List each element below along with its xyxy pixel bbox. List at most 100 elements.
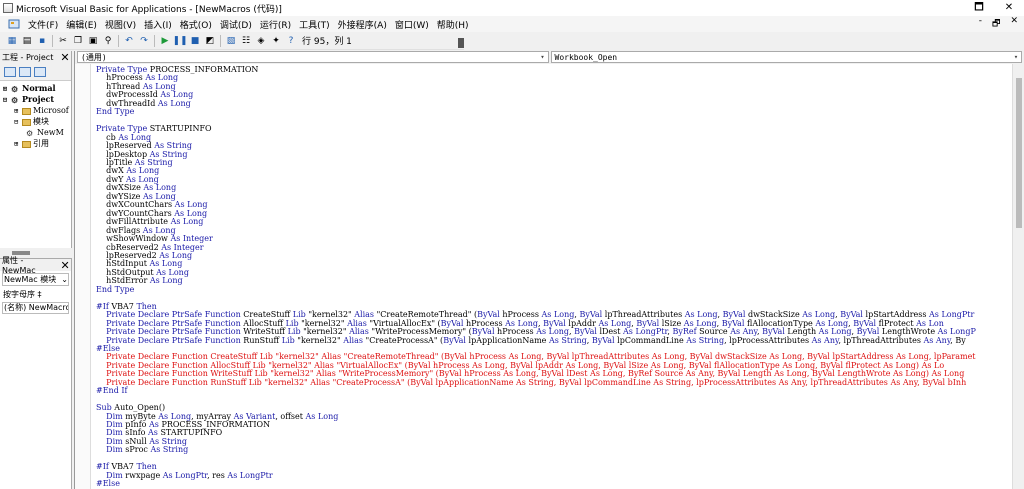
menu-addins[interactable]: 外接程序(A) — [334, 18, 391, 31]
property-row-name[interactable]: (名称) NewMacro — [2, 302, 69, 314]
code-line[interactable]: hThread As Long — [96, 82, 976, 91]
expand-icon[interactable]: ⊞ — [14, 106, 22, 116]
collapse-icon[interactable]: ⊟ — [3, 95, 11, 105]
code-line[interactable]: dwThreadId As Long — [96, 99, 976, 108]
tree-item-project[interactable]: ⊟ ⚙ Project — [0, 94, 71, 105]
margin-indicator-bar[interactable] — [75, 64, 91, 489]
object-browser-icon[interactable]: ◈ — [255, 35, 267, 47]
break-icon[interactable]: ❚❚ — [172, 35, 187, 47]
help-icon[interactable]: ? — [285, 35, 297, 47]
toggle-folders-icon[interactable] — [34, 66, 46, 77]
menu-edit[interactable]: 编辑(E) — [62, 18, 101, 31]
undo-icon[interactable]: ↶ — [123, 35, 135, 47]
view-code-icon[interactable] — [4, 66, 16, 77]
expand-icon[interactable]: ⊞ — [14, 139, 22, 149]
find-icon[interactable]: ⚲ — [102, 35, 114, 47]
object-combo[interactable]: (通用) ▾ — [77, 51, 549, 63]
scrollbar-thumb[interactable] — [1016, 78, 1022, 228]
code-token: "kernel32" — [294, 335, 344, 345]
redo-icon[interactable]: ↷ — [138, 35, 150, 47]
code-line[interactable]: cb As Long — [96, 133, 976, 142]
vertical-scrollbar[interactable] — [1012, 64, 1024, 489]
reset-icon[interactable]: ■ — [189, 35, 201, 47]
menu-format[interactable]: 格式(O) — [176, 18, 216, 31]
menu-file[interactable]: 文件(F) — [24, 18, 62, 31]
expand-icon[interactable]: ⊞ — [3, 84, 11, 94]
code-line[interactable]: dwXSize As Long — [96, 184, 976, 192]
menu-run[interactable]: 运行(R) — [256, 18, 295, 31]
tree-item-normal[interactable]: ⊞ ⚙ Normal — [0, 83, 71, 94]
tree-item-references[interactable]: ⊞ 引用 — [0, 138, 71, 149]
menu-tools[interactable]: 工具(T) — [295, 18, 334, 31]
code-line[interactable]: cbReserved2 As Integer — [96, 243, 976, 252]
restore-child-button[interactable]: 🗗 — [992, 16, 1000, 32]
tab-alphabetic[interactable]: 按字母序 ‡ — [0, 288, 71, 301]
code-line[interactable]: dwFlags As Long — [96, 226, 976, 235]
cut-icon[interactable]: ✂ — [57, 35, 69, 47]
menu-view[interactable]: 视图(V) — [101, 18, 140, 31]
code-line[interactable]: wShowWindow As Integer — [96, 234, 976, 243]
code-line[interactable]: lpReserved As String — [96, 141, 976, 150]
minimize-child-button[interactable]: - — [979, 16, 982, 32]
code-line[interactable]: Dim sProc As String — [96, 446, 976, 454]
toolbox-icon[interactable]: ✦ — [270, 35, 282, 47]
code-line[interactable]: hStdError As Long — [96, 277, 976, 285]
toolbar-options-icon[interactable] — [458, 38, 464, 48]
code-line[interactable]: hStdOutput As Long — [96, 268, 976, 277]
menu-window[interactable]: 窗口(W) — [391, 18, 433, 31]
vba-module-icon[interactable] — [8, 18, 20, 30]
menu-debug[interactable]: 调试(D) — [216, 18, 256, 31]
code-line[interactable]: Private Declare Function RunStuff Lib "k… — [96, 378, 976, 387]
code-line[interactable]: dwYCountChars As Long — [96, 209, 976, 218]
code-line[interactable]: lpReserved2 As Long — [96, 251, 976, 260]
code-area[interactable]: Private Type PROCESS_INFORMATION hProces… — [75, 64, 1011, 489]
code-line[interactable]: lpTitle As String — [96, 158, 976, 167]
code-line[interactable]: Private Type STARTUPINFO — [96, 124, 976, 133]
design-mode-icon[interactable]: ◩ — [204, 35, 216, 47]
code-line[interactable]: hStdInput As Long — [96, 260, 976, 268]
collapse-icon[interactable]: ⊟ — [14, 117, 22, 127]
code-line[interactable]: dwProcessId As Long — [96, 91, 976, 99]
menu-insert[interactable]: 插入(I) — [140, 18, 176, 31]
code-text[interactable]: Private Type PROCESS_INFORMATION hProces… — [96, 65, 976, 489]
code-line[interactable] — [96, 396, 976, 404]
code-line[interactable]: Private Type PROCESS_INFORMATION — [96, 65, 976, 74]
view-object-icon[interactable] — [19, 66, 31, 77]
code-line[interactable]: Dim pInfo As PROCESS_INFORMATION — [96, 420, 976, 429]
code-line[interactable]: End Type — [96, 108, 976, 116]
code-line[interactable]: dwFillAttribute As Long — [96, 217, 976, 226]
view-excel-icon[interactable]: ▦ — [6, 35, 18, 47]
menu-help[interactable]: 帮助(H) — [433, 18, 473, 31]
tree-item-modules[interactable]: ⊟ 模块 — [0, 116, 71, 127]
copy-icon[interactable]: ❐ — [72, 35, 84, 47]
code-line[interactable]: End Type — [96, 285, 976, 294]
tree-item-newmacros[interactable]: ⚙ NewM — [0, 127, 71, 138]
paste-icon[interactable]: ▣ — [87, 35, 99, 47]
close-window-button[interactable]: ✕ — [994, 0, 1024, 16]
save-icon[interactable]: ▪ — [36, 35, 48, 47]
code-line[interactable] — [96, 294, 976, 302]
code-line[interactable]: Dim sInfo As STARTUPINFO — [96, 429, 976, 437]
code-line[interactable]: lpDesktop As String — [96, 150, 976, 159]
code-line[interactable]: hProcess As Long — [96, 74, 976, 82]
close-child-button[interactable]: ✕ — [1010, 16, 1018, 32]
close-icon[interactable]: ✕ — [59, 51, 71, 64]
code-line[interactable]: dwYSize As Long — [96, 192, 976, 201]
code-line[interactable]: #End If — [96, 386, 976, 395]
code-line[interactable]: Dim sNull As String — [96, 437, 976, 446]
code-line[interactable]: Private Declare PtrSafe Function RunStuf… — [96, 335, 976, 345]
code-line[interactable] — [96, 117, 976, 125]
insert-userform-icon[interactable]: ▤ — [21, 35, 33, 47]
properties-window-icon[interactable]: ☷ — [240, 35, 252, 47]
restore-window-button[interactable]: 🗖 — [964, 0, 994, 16]
code-line[interactable]: Dim rwxpage As LongPtr, res As LongPtr — [96, 471, 976, 480]
code-line[interactable] — [96, 455, 976, 463]
project-explorer-icon[interactable]: ▧ — [225, 35, 237, 47]
code-line[interactable]: dwY As Long — [96, 175, 976, 184]
tree-item-microsoft-objects[interactable]: ⊞ Microsof — [0, 105, 71, 116]
code-line[interactable]: dwX As Long — [96, 167, 976, 175]
run-icon[interactable]: ▶ — [159, 35, 171, 47]
code-line[interactable]: dwXCountChars As Long — [96, 201, 976, 209]
procedure-combo[interactable]: Workbook_Open ▾ — [550, 51, 1022, 63]
close-icon[interactable]: ✕ — [59, 259, 71, 272]
